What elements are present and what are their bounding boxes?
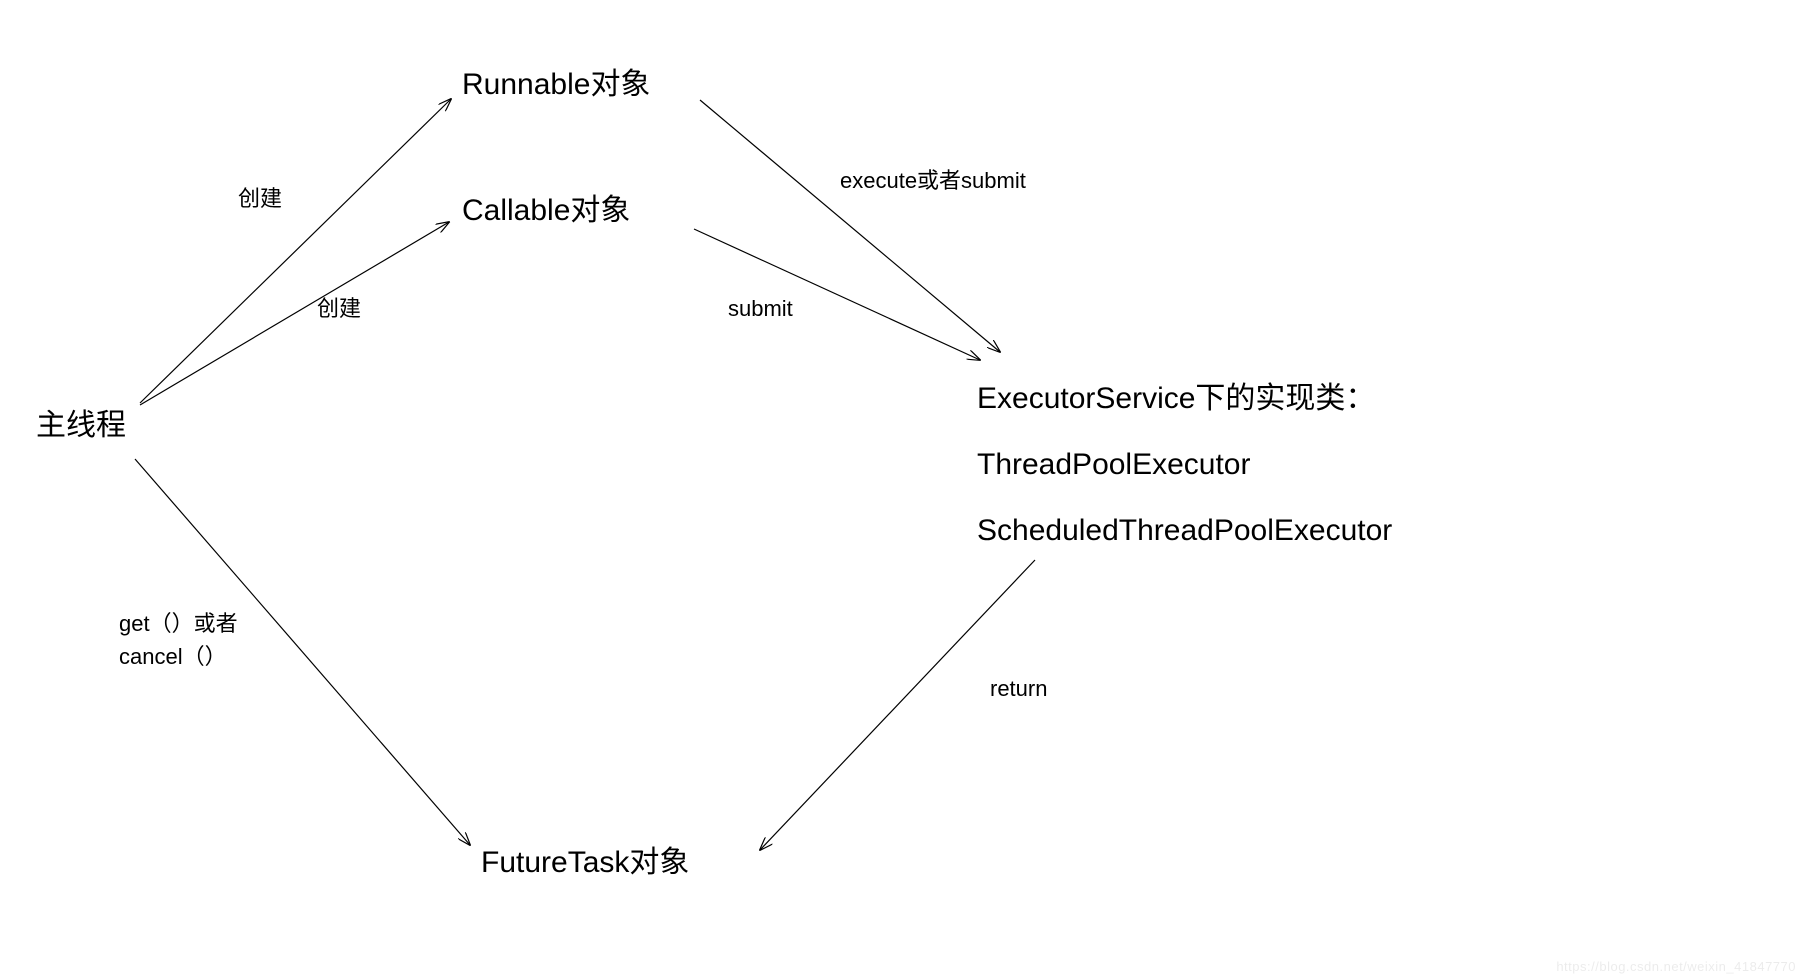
node-executor-line1: ExecutorService下的实现类：: [977, 376, 1375, 421]
label-submit: submit: [728, 292, 793, 325]
label-execute-or-submit: execute或者submit: [840, 164, 1026, 197]
watermark-text: https://blog.csdn.net/weixin_41847770: [1556, 959, 1796, 974]
diagram-arrows: [0, 0, 1800, 976]
arrow-main-to-callable: [140, 222, 449, 405]
node-executor-line2: ThreadPoolExecutor: [977, 442, 1251, 487]
label-create-2: 创建: [317, 292, 361, 325]
arrow-executor-to-futuretask: [760, 560, 1035, 850]
node-executor-line3: ScheduledThreadPoolExecutor: [977, 508, 1392, 553]
label-get-cancel: get（）或者 cancel（）: [119, 607, 238, 673]
node-futuretask: FutureTask对象: [481, 840, 689, 885]
label-create-1: 创建: [238, 182, 282, 215]
arrow-main-to-runnable: [140, 99, 451, 403]
node-callable: Callable对象: [462, 188, 630, 233]
node-runnable: Runnable对象: [462, 62, 650, 107]
node-main-thread: 主线程: [36, 403, 126, 448]
label-return: return: [990, 672, 1047, 705]
